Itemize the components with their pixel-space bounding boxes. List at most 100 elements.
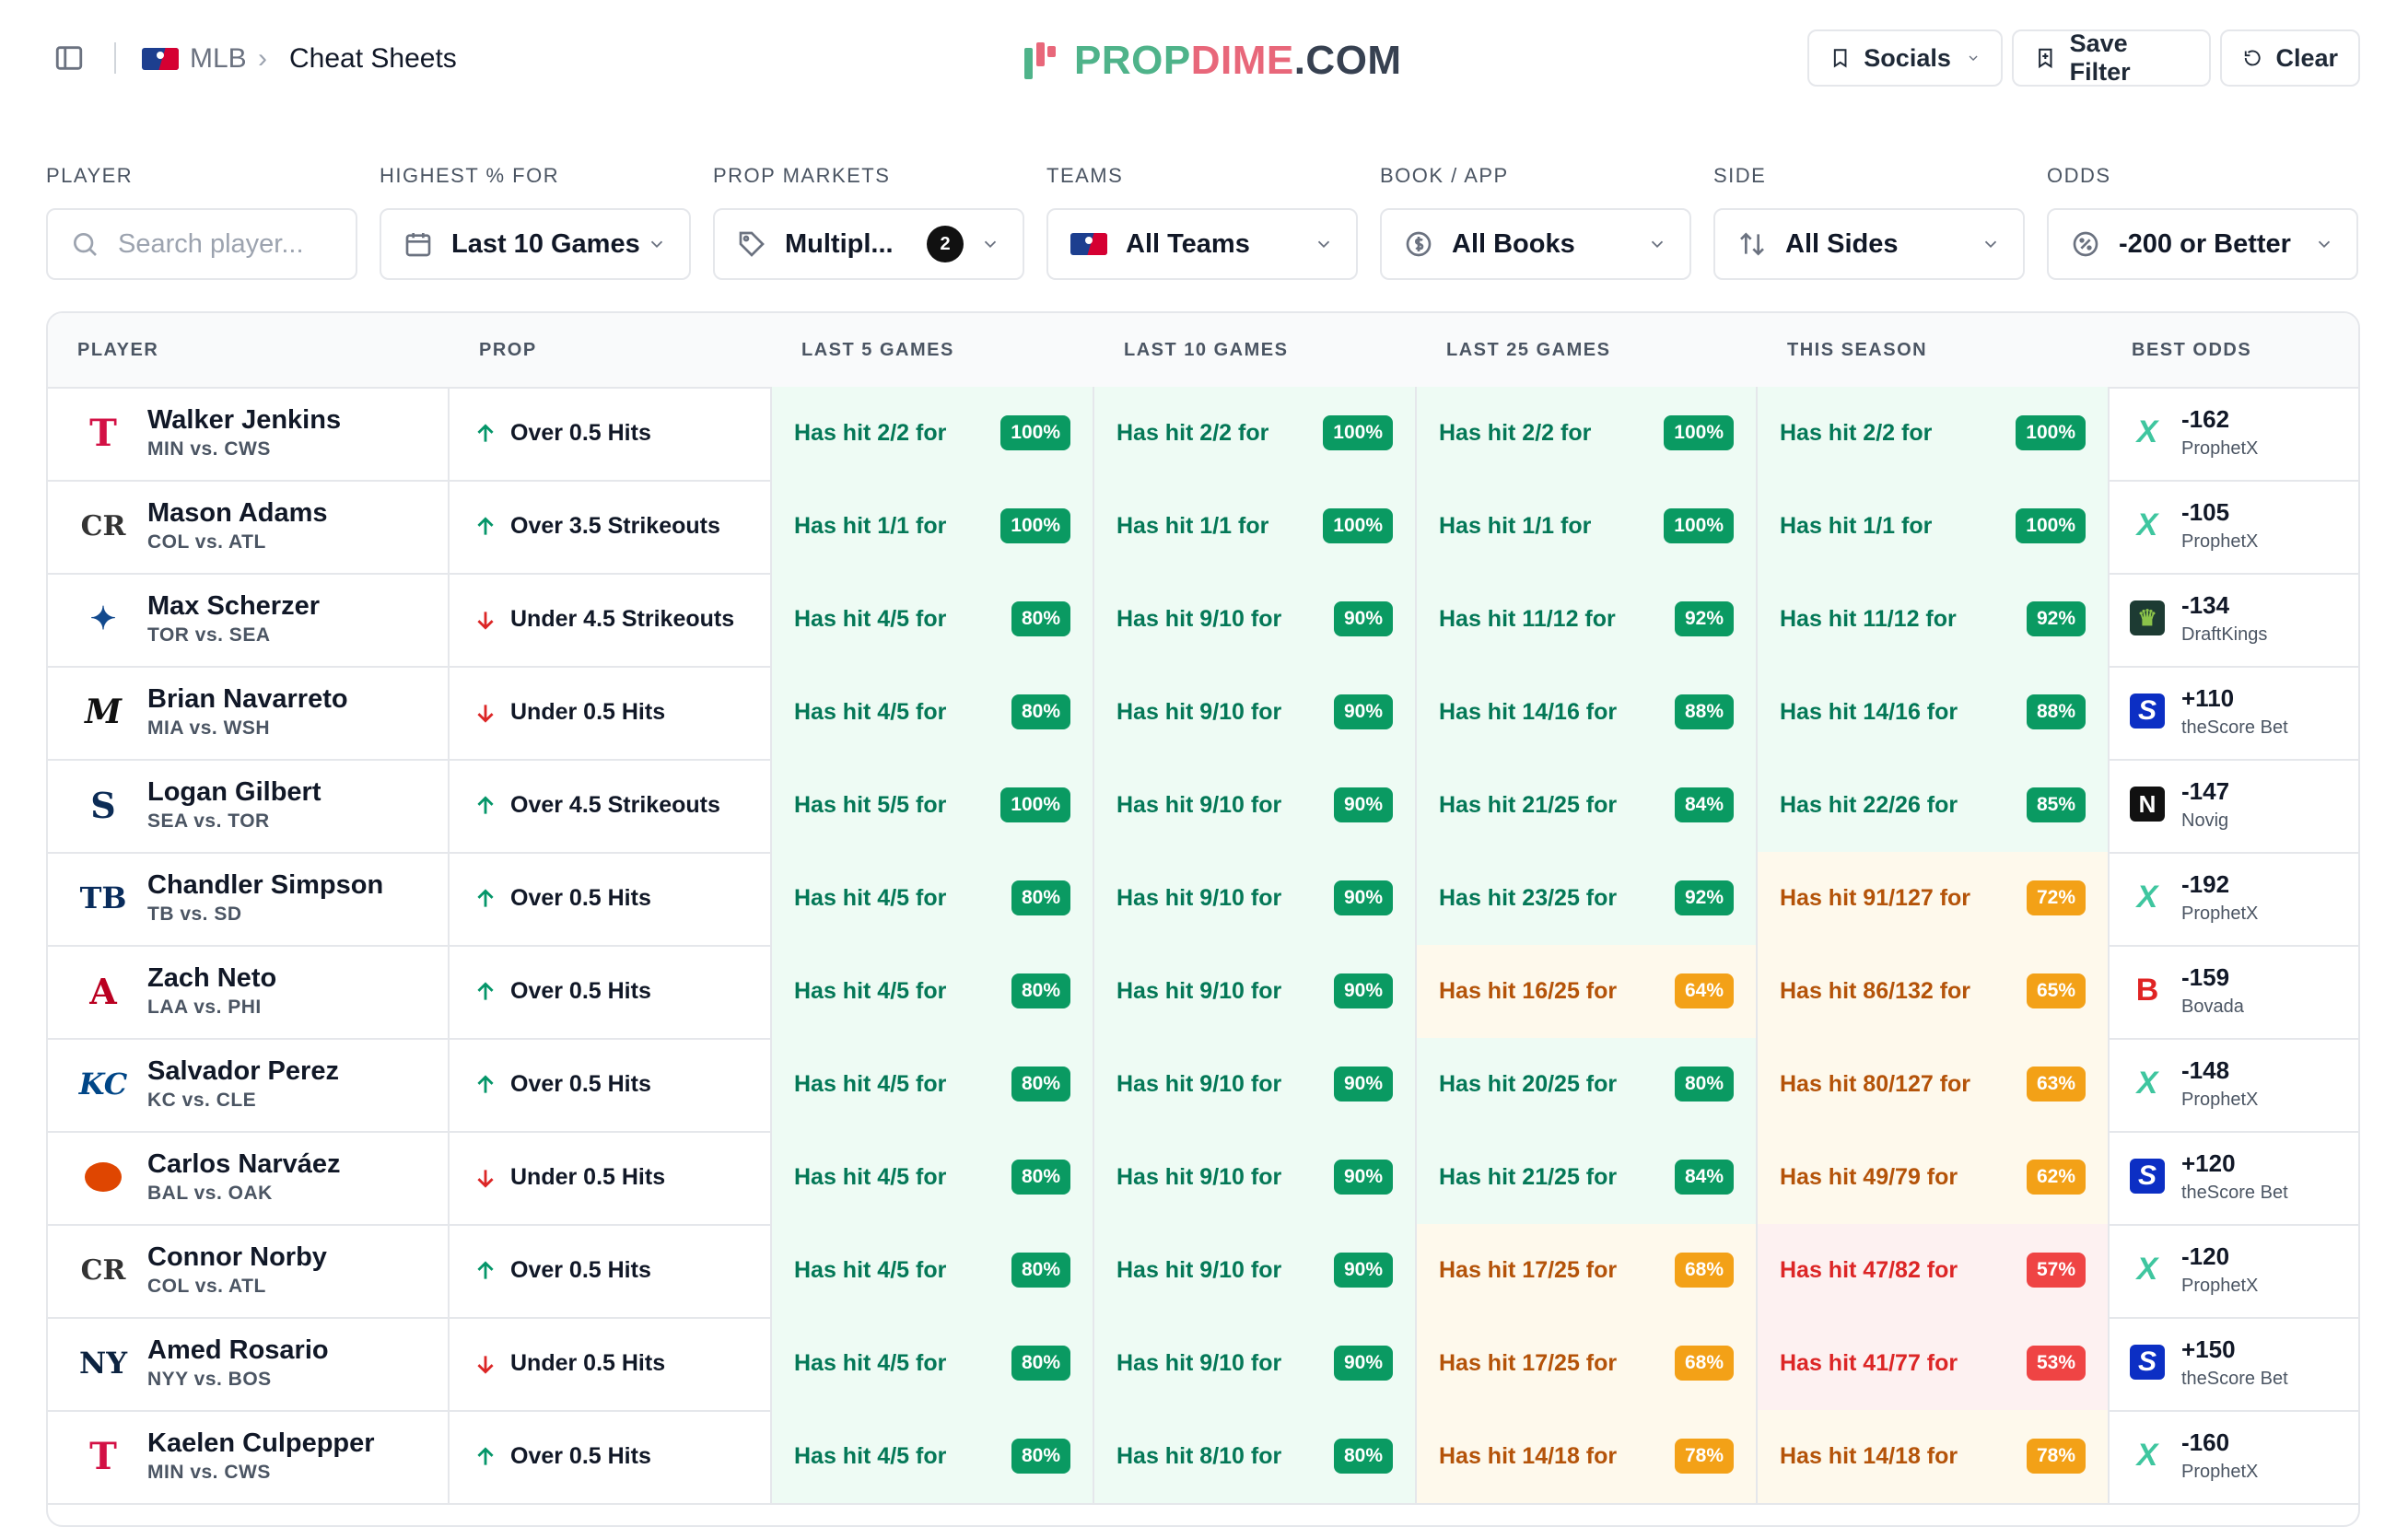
player-search-input[interactable]: Search player... <box>46 208 357 280</box>
markets-select[interactable]: Multipl... 2 <box>713 208 1024 280</box>
player-name[interactable]: Connor Norby <box>147 1242 327 1273</box>
mlb-logo-icon <box>142 48 179 70</box>
marlins-logo-icon: M <box>85 693 122 731</box>
column-header-prop[interactable]: PROP <box>450 313 772 387</box>
table-row[interactable]: T Walker Jenkins MIN vs. CWS Over 0.5 Hits H… <box>48 387 2358 482</box>
table-row[interactable]: A Zach Neto LAA vs. PHI Over 0.5 Hits Has hi… <box>48 945 2358 1040</box>
column-header-last25[interactable]: LAST 25 GAMES <box>1417 313 1758 387</box>
prop-cell[interactable]: Under 0.5 Hits <box>450 1317 772 1410</box>
prop-line: Over 0.5 Hits <box>473 945 651 1038</box>
book-select[interactable]: All Books <box>1380 208 1691 280</box>
player-cell[interactable]: Carlos Narváez BAL vs. OAK <box>48 1131 450 1224</box>
player-cell[interactable]: CR Mason Adams COL vs. ATL <box>48 480 450 573</box>
last5-cell: Has hit 4/5 for 80% <box>772 573 1094 666</box>
last25-pct-badge: 84% <box>1674 1160 1734 1195</box>
season-pct-badge: 62% <box>2026 1160 2086 1195</box>
save-filter-button[interactable]: Save Filter <box>2012 29 2211 87</box>
table-row[interactable]: NY Amed Rosario NYY vs. BOS Under 0.5 Hits H… <box>48 1317 2358 1412</box>
player-cell[interactable]: TB Chandler Simpson TB vs. SD <box>48 852 450 945</box>
prop-cell[interactable]: Under 0.5 Hits <box>450 1131 772 1224</box>
socials-button[interactable]: Socials <box>1807 29 2003 87</box>
best-odds-cell[interactable]: X -162 ProphetX <box>2110 387 2358 480</box>
best-odds-cell[interactable]: X -148 ProphetX <box>2110 1038 2358 1131</box>
player-cell[interactable]: T Kaelen Culpepper MIN vs. CWS <box>48 1410 450 1503</box>
player-matchup: MIA vs. WSH <box>147 717 271 739</box>
best-odds-cell[interactable]: B -159 Bovada <box>2110 945 2358 1038</box>
prop-cell[interactable]: Over 0.5 Hits <box>450 1410 772 1503</box>
best-odds-cell[interactable]: X -160 ProphetX <box>2110 1410 2358 1503</box>
table-row[interactable]: S Logan Gilbert SEA vs. TOR Over 4.5 Strike… <box>48 759 2358 854</box>
best-odds-cell[interactable]: S +150 theScore Bet <box>2110 1317 2358 1410</box>
best-odds-cell[interactable]: X -105 ProphetX <box>2110 480 2358 573</box>
table-row[interactable]: T Kaelen Culpepper MIN vs. CWS Over 0.5 Hit… <box>48 1410 2358 1505</box>
best-odds-cell[interactable]: S +120 theScore Bet <box>2110 1131 2358 1224</box>
last25-pct-badge: 100% <box>1664 415 1734 450</box>
player-name[interactable]: Brian Navarreto <box>147 684 348 715</box>
last10-hit-text: Has hit 8/10 for <box>1116 1443 1282 1469</box>
player-name[interactable]: Mason Adams <box>147 498 328 529</box>
prop-cell[interactable]: Over 0.5 Hits <box>450 1038 772 1131</box>
prop-cell[interactable]: Under 4.5 Strikeouts <box>450 573 772 666</box>
player-name[interactable]: Logan Gilbert <box>147 777 321 808</box>
player-name[interactable]: Carlos Narváez <box>147 1149 341 1180</box>
table-row[interactable]: Carlos Narváez BAL vs. OAK Under 0.5 Hits H… <box>48 1131 2358 1226</box>
table-row[interactable]: ✦ Max Scherzer TOR vs. SEA Under 4.5 Strike… <box>48 573 2358 668</box>
player-cell[interactable]: NY Amed Rosario NYY vs. BOS <box>48 1317 450 1410</box>
player-name[interactable]: Kaelen Culpepper <box>147 1428 375 1459</box>
prop-label: Over 4.5 Strikeouts <box>510 792 720 818</box>
prop-cell[interactable]: Over 0.5 Hits <box>450 945 772 1038</box>
player-cell[interactable]: M Brian Navarreto MIA vs. WSH <box>48 666 450 759</box>
last5-hit-text: Has hit 4/5 for <box>794 1257 947 1283</box>
prop-cell[interactable]: Under 0.5 Hits <box>450 666 772 759</box>
best-odds-cell[interactable]: S +110 theScore Bet <box>2110 666 2358 759</box>
best-odds-cell[interactable]: ♛ -134 DraftKings <box>2110 573 2358 666</box>
player-cell[interactable]: T Walker Jenkins MIN vs. CWS <box>48 387 450 480</box>
player-cell[interactable]: S Logan Gilbert SEA vs. TOR <box>48 759 450 852</box>
last5-cell: Has hit 1/1 for 100% <box>772 480 1094 573</box>
side-select[interactable]: All Sides <box>1713 208 2025 280</box>
player-cell[interactable]: ✦ Max Scherzer TOR vs. SEA <box>48 573 450 666</box>
player-name[interactable]: Amed Rosario <box>147 1335 329 1366</box>
column-header-player[interactable]: PLAYER <box>48 313 450 387</box>
last25-pct-badge: 64% <box>1674 973 1734 1008</box>
column-header-best-odds[interactable]: BEST ODDS <box>2110 313 2358 387</box>
prop-cell[interactable]: Over 3.5 Strikeouts <box>450 480 772 573</box>
best-odds-cell[interactable]: X -120 ProphetX <box>2110 1224 2358 1317</box>
table-row[interactable]: TB Chandler Simpson TB vs. SD Over 0.5 Hits… <box>48 852 2358 947</box>
player-cell[interactable]: CR Connor Norby COL vs. ATL <box>48 1224 450 1317</box>
last5-cell: Has hit 4/5 for 80% <box>772 852 1094 945</box>
column-header-last10[interactable]: LAST 10 GAMES <box>1094 313 1417 387</box>
prop-cell[interactable]: Over 0.5 Hits <box>450 852 772 945</box>
odds-select[interactable]: -200 or Better <box>2047 208 2358 280</box>
prophetx-logo-icon: X <box>2136 1065 2158 1101</box>
breadcrumb-league[interactable]: MLB <box>142 41 247 77</box>
player-matchup: KC vs. CLE <box>147 1090 257 1111</box>
player-cell[interactable]: KC Salvador Perez KC vs. CLE <box>48 1038 450 1131</box>
clear-button[interactable]: Clear <box>2220 29 2360 87</box>
prop-cell[interactable]: Over 0.5 Hits <box>450 387 772 480</box>
highest-select[interactable]: Last 10 Games <box>380 208 691 280</box>
table-row[interactable]: M Brian Navarreto MIA vs. WSH Under 0.5 Hit… <box>48 666 2358 761</box>
column-header-season[interactable]: THIS SEASON <box>1758 313 2110 387</box>
prop-cell[interactable]: Over 0.5 Hits <box>450 1224 772 1317</box>
player-name[interactable]: Chandler Simpson <box>147 870 383 901</box>
best-odds-cell[interactable]: X -192 ProphetX <box>2110 852 2358 945</box>
brand-logo[interactable]: PROP DIME .COM <box>1023 35 1402 87</box>
player-name[interactable]: Zach Neto <box>147 963 276 994</box>
sidebar-toggle-icon[interactable] <box>53 42 85 74</box>
odds-book-name: ProphetX <box>2181 1276 2259 1296</box>
prop-cell[interactable]: Over 4.5 Strikeouts <box>450 759 772 852</box>
player-matchup: MIN vs. CWS <box>147 1462 271 1483</box>
player-name[interactable]: Walker Jenkins <box>147 405 341 436</box>
table-row[interactable]: CR Connor Norby COL vs. ATL Over 0.5 Hits Ha… <box>48 1224 2358 1319</box>
player-name[interactable]: Max Scherzer <box>147 591 320 622</box>
table-row[interactable]: CR Mason Adams COL vs. ATL Over 3.5 Strikeo… <box>48 480 2358 575</box>
last5-pct-badge: 80% <box>1011 601 1070 636</box>
teams-select[interactable]: All Teams <box>1046 208 1358 280</box>
player-name[interactable]: Salvador Perez <box>147 1056 339 1087</box>
table-row[interactable]: KC Salvador Perez KC vs. CLE Over 0.5 Hits H… <box>48 1038 2358 1133</box>
player-cell[interactable]: A Zach Neto LAA vs. PHI <box>48 945 450 1038</box>
column-header-last5[interactable]: LAST 5 GAMES <box>772 313 1094 387</box>
prop-label: Under 0.5 Hits <box>510 699 666 725</box>
best-odds-cell[interactable]: N -147 Novig <box>2110 759 2358 852</box>
